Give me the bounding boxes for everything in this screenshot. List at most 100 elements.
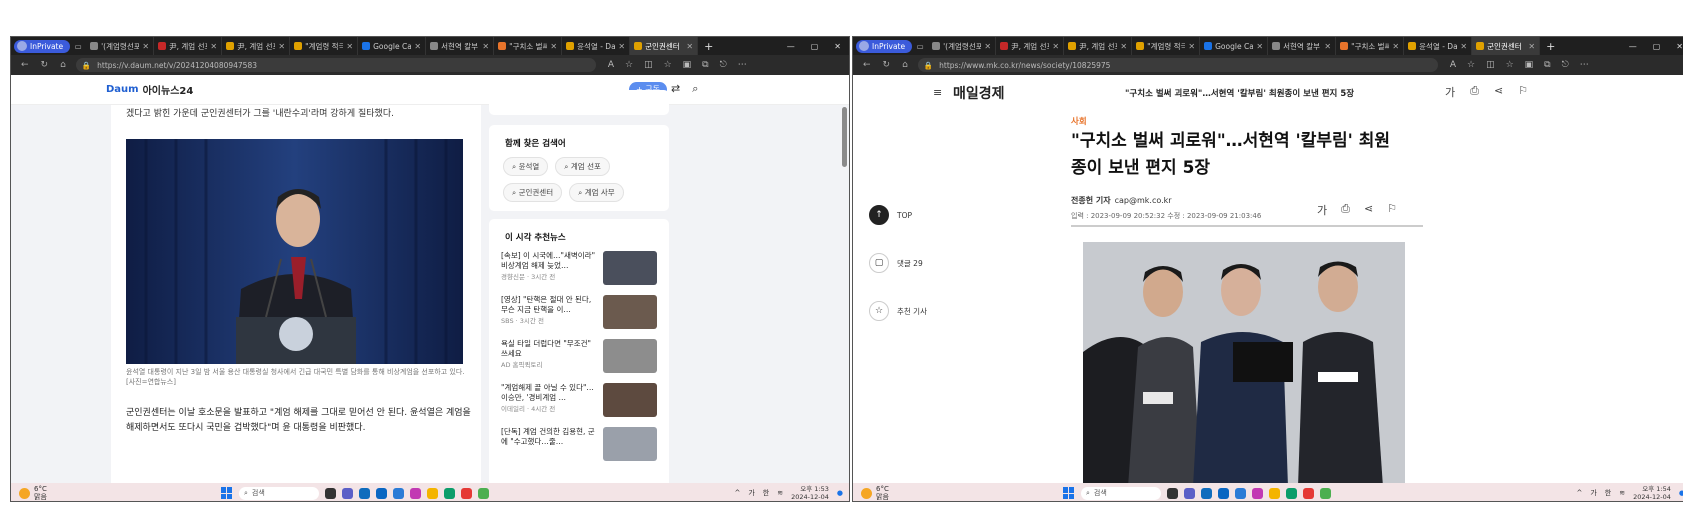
tab-actions-icon[interactable]: ▭ bbox=[70, 42, 86, 51]
related-search-chip[interactable]: ⌕ 윤석열 bbox=[503, 157, 549, 176]
task-view-icon[interactable] bbox=[325, 487, 336, 499]
collections-icon[interactable]: ▣ bbox=[683, 60, 692, 70]
home-icon[interactable]: ⌂ bbox=[60, 60, 66, 70]
taskbar-search[interactable]: ⌕ 검색 bbox=[239, 486, 319, 500]
news-item[interactable]: [영상] "탄핵은 절대 안 된다, 무슨 지금 탄핵을 이… SBS · 3시간… bbox=[489, 295, 669, 332]
tab-close-icon[interactable]: ✕ bbox=[414, 42, 421, 51]
split-screen-icon[interactable]: ◫ bbox=[1486, 60, 1495, 70]
split-screen-icon[interactable]: ◫ bbox=[644, 60, 653, 70]
author-email[interactable]: cap@mk.co.kr bbox=[1115, 196, 1172, 205]
tab-close-icon[interactable]: ✕ bbox=[142, 42, 149, 51]
more-icon[interactable]: ⋯ bbox=[1580, 60, 1589, 70]
read-aloud-icon[interactable]: A bbox=[1450, 60, 1456, 70]
ime-mode[interactable]: 가 bbox=[748, 488, 754, 498]
app-green-icon[interactable] bbox=[1320, 487, 1331, 499]
browser-tab[interactable]: 서현역 칼부 ✕ bbox=[1268, 37, 1337, 55]
font-size-button[interactable]: 가 bbox=[1317, 202, 1327, 218]
menu-icon[interactable]: ≡ bbox=[933, 86, 942, 99]
weather-widget[interactable]: 6°C 맑음 bbox=[11, 485, 221, 501]
favorites-icon[interactable]: ☆ bbox=[1506, 60, 1514, 70]
app-icon[interactable] bbox=[1235, 487, 1246, 499]
browser-tab[interactable]: 서현역 칼부 ✕ bbox=[426, 37, 495, 55]
browser-tab[interactable]: 尹, 계엄 선포 ✕ bbox=[154, 37, 223, 55]
favorites-icon[interactable]: ☆ bbox=[664, 60, 672, 70]
browser-tab[interactable]: "계엄령 적극 ✕ bbox=[1132, 37, 1201, 55]
browser-tab[interactable]: '(계엄령선포' ✕ bbox=[86, 37, 155, 55]
task-view-icon[interactable] bbox=[1167, 487, 1178, 499]
browser-tab[interactable]: Google Cale✕ bbox=[358, 37, 427, 55]
outlook-icon[interactable] bbox=[1218, 487, 1229, 499]
notification-icon[interactable]: ● bbox=[837, 489, 843, 497]
start-button[interactable] bbox=[221, 487, 233, 499]
close-window-button[interactable]: ✕ bbox=[1676, 42, 1683, 51]
maximize-button[interactable]: ▢ bbox=[1653, 42, 1661, 51]
mk-logo[interactable]: 매일경제 bbox=[953, 83, 1005, 103]
tab-close-icon[interactable]: ✕ bbox=[482, 42, 489, 51]
extensions-icon[interactable]: ⧉ bbox=[1544, 60, 1550, 70]
scrollbar-thumb[interactable] bbox=[842, 107, 847, 167]
favorite-star-icon[interactable]: ☆ bbox=[1467, 60, 1475, 70]
print-icon[interactable]: ⎙ bbox=[1470, 84, 1479, 100]
weather-widget[interactable]: 6°C 맑음 bbox=[853, 485, 1063, 501]
recommend-button[interactable]: ☆ 추천 기사 bbox=[869, 301, 929, 321]
inprivate-badge[interactable]: InPrivate bbox=[14, 39, 71, 53]
app-green-icon[interactable] bbox=[478, 487, 489, 499]
related-search-chip[interactable]: ⌕ 군인권센터 bbox=[503, 183, 563, 202]
home-icon[interactable]: ⌂ bbox=[902, 60, 908, 70]
share-icon[interactable]: ⇄ bbox=[671, 82, 680, 96]
minimize-button[interactable]: — bbox=[1629, 42, 1637, 51]
new-tab-button[interactable]: + bbox=[698, 40, 719, 53]
tab-close-icon[interactable]: ✕ bbox=[210, 42, 217, 51]
browser-tab[interactable]: 군인권센터 ✕ bbox=[1472, 37, 1541, 55]
inprivate-badge[interactable]: InPrivate bbox=[856, 39, 913, 53]
share-icon[interactable]: ⋖ bbox=[1364, 202, 1373, 218]
news-thumbnail[interactable] bbox=[603, 295, 657, 329]
browser-tab[interactable]: 尹, 계엄 선포 ✕ bbox=[222, 37, 291, 55]
browser-tab[interactable]: 尹, 계엄 선포 ✕ bbox=[996, 37, 1065, 55]
browser-tab[interactable]: "계엄령 적극 ✕ bbox=[290, 37, 359, 55]
tab-close-icon[interactable]: ✕ bbox=[1052, 42, 1059, 51]
tab-close-icon[interactable]: ✕ bbox=[1256, 42, 1263, 51]
notification-icon[interactable]: ● bbox=[1679, 489, 1683, 497]
tray-chevron-icon[interactable]: ^ bbox=[734, 489, 740, 497]
tab-actions-icon[interactable]: ▭ bbox=[912, 42, 928, 51]
tab-close-icon[interactable]: ✕ bbox=[984, 42, 991, 51]
ime-lang[interactable]: 한 bbox=[763, 488, 769, 498]
ime-mode[interactable]: 가 bbox=[1590, 488, 1596, 498]
minimize-button[interactable]: — bbox=[787, 42, 795, 51]
tab-close-icon[interactable]: ✕ bbox=[1460, 42, 1467, 51]
related-search-chip[interactable]: ⌕ 계엄 사무 bbox=[569, 183, 624, 202]
tab-close-icon[interactable]: ✕ bbox=[1120, 42, 1127, 51]
tab-close-icon[interactable]: ✕ bbox=[278, 42, 285, 51]
browser-tab[interactable]: '(계엄령선포' ✕ bbox=[928, 37, 997, 55]
related-search-chip[interactable]: ⌕ 계엄 선포 bbox=[555, 157, 610, 176]
app-icon[interactable] bbox=[393, 487, 404, 499]
clock[interactable]: 오후 1:53 2024-12-04 bbox=[791, 485, 829, 501]
tab-close-icon[interactable]: ✕ bbox=[1324, 42, 1331, 51]
bookmark-icon[interactable]: ⚐ bbox=[1387, 202, 1397, 218]
file-explorer-icon[interactable] bbox=[427, 487, 438, 499]
copilot-icon[interactable] bbox=[1252, 487, 1263, 499]
tray-chevron-icon[interactable]: ^ bbox=[1576, 489, 1582, 497]
edge-icon[interactable] bbox=[1286, 487, 1297, 499]
store-icon[interactable] bbox=[359, 487, 370, 499]
tab-close-icon[interactable]: ✕ bbox=[550, 42, 557, 51]
browser-tab[interactable]: Google Cale✕ bbox=[1200, 37, 1269, 55]
share-icon[interactable]: ⎋ bbox=[720, 60, 727, 70]
print-icon[interactable]: ⎙ bbox=[1341, 202, 1350, 218]
refresh-icon[interactable]: ↻ bbox=[883, 60, 891, 70]
tab-close-icon[interactable]: ✕ bbox=[618, 42, 625, 51]
ime-lang[interactable]: 한 bbox=[1605, 488, 1611, 498]
news-thumbnail[interactable] bbox=[603, 251, 657, 285]
share-icon[interactable]: ⋖ bbox=[1494, 84, 1503, 100]
bookmark-icon[interactable]: ⚐ bbox=[1518, 84, 1528, 100]
news-thumbnail[interactable] bbox=[603, 383, 657, 417]
browser-tab[interactable]: 윤석열 - Da ✕ bbox=[1404, 37, 1473, 55]
collections-icon[interactable]: ▣ bbox=[1525, 60, 1534, 70]
address-bar[interactable]: 🔒 https://v.daum.net/v/20241204080947583 bbox=[75, 58, 596, 72]
outlook-icon[interactable] bbox=[376, 487, 387, 499]
search-icon[interactable]: ⌕ bbox=[692, 82, 698, 96]
browser-tab[interactable]: 尹, 계엄 선포 ✕ bbox=[1064, 37, 1133, 55]
teams-icon[interactable] bbox=[1184, 487, 1195, 499]
news-thumbnail[interactable] bbox=[603, 427, 657, 461]
